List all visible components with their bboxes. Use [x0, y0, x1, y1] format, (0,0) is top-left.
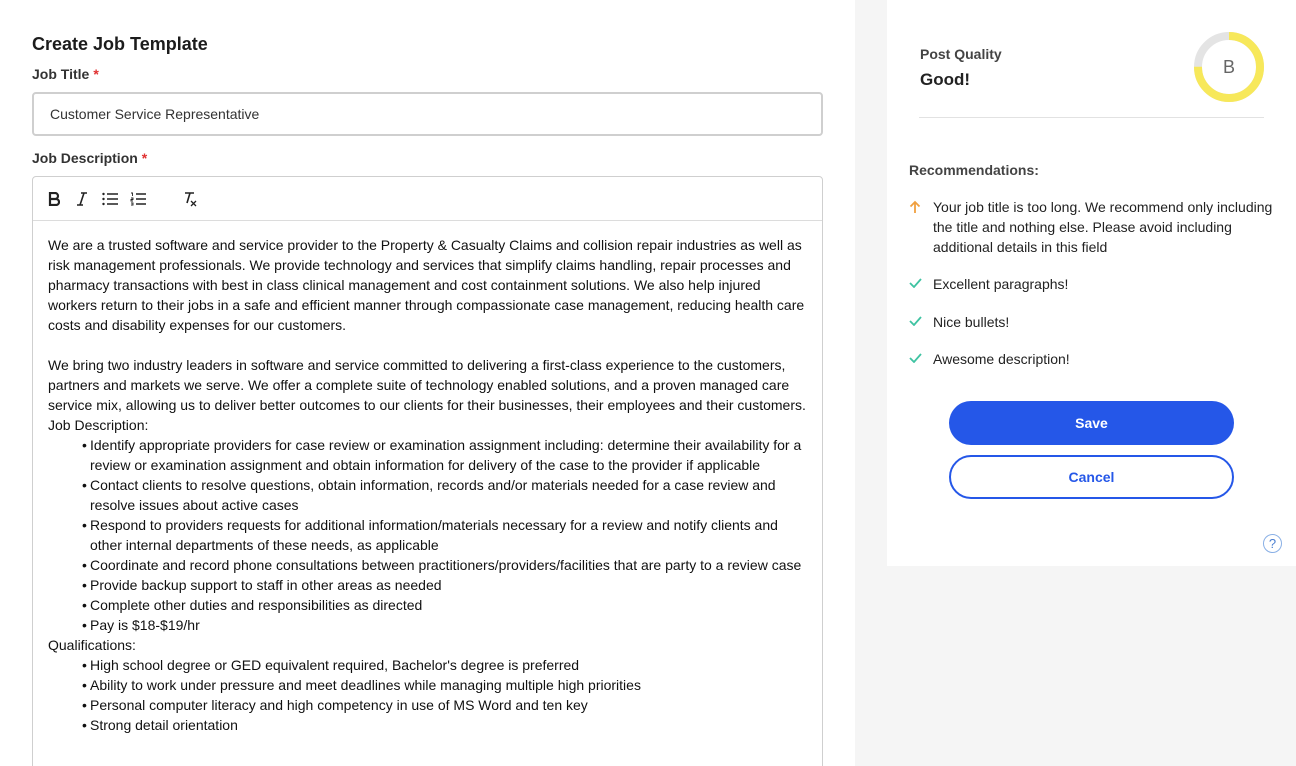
help-icon[interactable]: ? — [1263, 534, 1282, 553]
job-description-label-text: Job Description — [32, 150, 138, 166]
quality-grade: B — [1223, 57, 1235, 77]
job-title-label-text: Job Title — [32, 66, 90, 82]
job-description-label: Job Description * — [32, 150, 147, 166]
recommendation-item: Your job title is too long. We recommend… — [909, 197, 1284, 257]
recommendation-text: Excellent paragraphs! — [933, 276, 1069, 292]
job-title-input[interactable] — [32, 92, 823, 136]
recommendation-text: Awesome description! — [933, 351, 1070, 367]
list-item: Coordinate and record phone consultation… — [82, 555, 807, 575]
quality-gauge: B — [1193, 31, 1265, 103]
clear-formatting-icon[interactable] — [181, 190, 199, 208]
list-item: Respond to providers requests for additi… — [82, 515, 807, 555]
required-asterisk: * — [93, 66, 99, 82]
recommendations-title: Recommendations: — [909, 162, 1039, 178]
post-quality-panel: Post Quality Good! B Recommendations: Yo… — [887, 0, 1296, 566]
list-item: Strong detail orientation — [82, 715, 807, 735]
bold-icon[interactable] — [45, 190, 63, 208]
description-paragraph: We bring two industry leaders in softwar… — [48, 357, 806, 413]
recommendation-item: Nice bullets! — [909, 312, 1284, 332]
section-heading: Job Description: — [48, 417, 149, 433]
page-title: Create Job Template — [32, 34, 208, 54]
save-button[interactable]: Save — [949, 401, 1234, 445]
check-icon — [909, 349, 933, 369]
check-icon — [909, 312, 933, 332]
section-heading: Qualifications: — [48, 637, 136, 653]
list-item: Pay is $18-$19/hr — [82, 615, 807, 635]
editor-toolbar — [33, 177, 822, 221]
numbered-list-icon[interactable] — [129, 190, 147, 208]
list-item: Provide backup support to staff in other… — [82, 575, 807, 595]
description-paragraph: We are a trusted software and service pr… — [48, 237, 805, 333]
recommendation-text: Your job title is too long. We recommend… — [933, 199, 1273, 255]
job-template-form: Create Job Template Job Title* Job Descr… — [0, 0, 855, 766]
list-item: Contact clients to resolve questions, ob… — [82, 475, 807, 515]
job-duties-list: Identify appropriate providers for case … — [48, 435, 807, 635]
check-icon — [909, 274, 933, 294]
bullet-list-icon[interactable] — [101, 190, 119, 208]
recommendation-text: Nice bullets! — [933, 314, 1010, 330]
required-asterisk: * — [141, 150, 148, 166]
list-item: High school degree or GED equivalent req… — [82, 655, 807, 675]
qualifications-list: High school degree or GED equivalent req… — [48, 655, 807, 735]
rich-text-editor[interactable]: We are a trusted software and service pr… — [32, 176, 823, 766]
post-quality-label: Post Quality — [920, 46, 1002, 62]
recommendation-item: Awesome description! — [909, 349, 1284, 369]
editor-content[interactable]: We are a trusted software and service pr… — [33, 221, 822, 735]
list-item: Complete other duties and responsibiliti… — [82, 595, 807, 615]
list-item: Ability to work under pressure and meet … — [82, 675, 807, 695]
arrow-up-icon — [909, 197, 933, 257]
recommendation-item: Excellent paragraphs! — [909, 274, 1284, 294]
post-quality-value: Good! — [920, 70, 971, 89]
cancel-button[interactable]: Cancel — [949, 455, 1234, 499]
list-item: Identify appropriate providers for case … — [82, 435, 807, 475]
italic-icon[interactable] — [73, 190, 91, 208]
job-title-label: Job Title * — [32, 66, 99, 82]
divider — [919, 117, 1264, 118]
list-item: Personal computer literacy and high comp… — [82, 695, 807, 715]
